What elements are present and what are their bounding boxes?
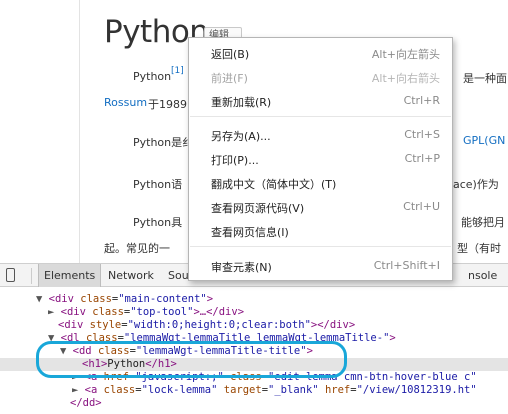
dom-attr-value: "top-tool" (130, 306, 194, 318)
dom-attr-name: class (80, 293, 112, 305)
dom-tag: > (206, 293, 214, 305)
menu-item-label: 查看网页信息(I) (211, 226, 289, 239)
tab-network[interactable]: Network (108, 264, 154, 287)
paragraph-text: 能够把月 (461, 216, 505, 229)
menu-separator (190, 246, 451, 247)
dom-attr-name: class (103, 384, 136, 396)
menu-item-shortcut: Alt+向右箭头 (371, 72, 440, 85)
menu-separator (190, 116, 451, 117)
menu-item-label: 另存为(A)... (211, 130, 271, 143)
dom-attr-value: "main-content" (118, 293, 207, 305)
reference-link[interactable]: [1] (171, 66, 184, 76)
expand-triangle-icon: ▼ (36, 293, 49, 305)
context-menu: 返回(B) Alt+向左箭头 前进(F) Alt+向右箭头 重新加载(R) Ct… (188, 37, 453, 281)
dom-tag: <div (60, 306, 86, 318)
menu-item-label: 审查元素(N) (211, 261, 272, 274)
tab-sources[interactable]: Sou (168, 264, 189, 287)
dom-node-content: ► <div class="top-tool">…</div> (48, 306, 244, 319)
dom-attr-value: "width:0;height:0;clear:both" (127, 319, 311, 331)
menu-item-shortcut: Alt+向左箭头 (371, 48, 440, 61)
menu-item-label: 重新加载(R) (211, 96, 272, 109)
collapse-triangle-icon: ► (72, 384, 85, 396)
sidebar-divider (79, 0, 80, 263)
dom-attr-name: href (324, 384, 351, 396)
dom-node-row[interactable]: </dd> (0, 397, 508, 410)
dom-node-row[interactable]: <div style="width:0;height:0;clear:both"… (0, 319, 508, 332)
dom-node-content: ► <a class="lock-lemma" target="_blank" … (72, 384, 477, 397)
tab-elements[interactable]: Elements (38, 264, 102, 287)
menu-item-label: 返回(B) (211, 48, 250, 61)
dom-attr-value: "/view/10812319.ht" (356, 384, 477, 396)
menu-item-view-source[interactable]: 查看网页源代码(V) Ctrl+U (189, 195, 452, 219)
paragraph-text: 型（有时 (457, 242, 501, 255)
dom-node-content: </dd> (70, 397, 102, 410)
dom-tag: <div (48, 293, 74, 305)
menu-item-shortcut: Ctrl+Shift+I (373, 259, 440, 272)
menu-item-back[interactable]: 返回(B) Alt+向左箭头 (189, 41, 452, 65)
menu-item-label: 前进(F) (211, 72, 248, 85)
menu-item-shortcut: Ctrl+U (403, 200, 440, 213)
device-mode-icon[interactable] (6, 268, 15, 282)
paragraph-text: 于1989 (148, 98, 187, 111)
annotation-highlight (36, 341, 347, 378)
devtools-panel: Elements Network Sou nsole ▼ <div class=… (0, 263, 508, 414)
gpl-link[interactable]: GPL(GN (463, 134, 505, 147)
dom-node-row[interactable]: ► <a class="lock-lemma" target="_blank" … (0, 384, 508, 397)
dom-attr-name: style (89, 319, 122, 331)
menu-item-reload[interactable]: 重新加载(R) Ctrl+R (189, 89, 452, 113)
dom-tag: ></div> (310, 319, 356, 331)
tab-console[interactable]: nsole (468, 264, 497, 287)
dom-node-content: ▼ <div class="main-content"> (36, 293, 213, 306)
menu-item-shortcut: Ctrl+R (403, 94, 440, 107)
menu-item-label: 查看网页源代码(V) (211, 202, 305, 215)
dom-attr-name: class (92, 306, 124, 318)
menu-item-page-info[interactable]: 查看网页信息(I) (189, 219, 452, 243)
dom-attr-name: target (223, 384, 262, 396)
dom-attr-value: "_blank" (268, 384, 319, 396)
menu-item-shortcut: Ctrl+P (404, 152, 440, 165)
menu-item-translate[interactable]: 翻成中文（简体中文）(T) (189, 171, 452, 195)
menu-item-inspect[interactable]: 审查元素(N) Ctrl+Shift+I (189, 254, 452, 278)
menu-item-label: 翻成中文（简体中文）(T) (211, 178, 337, 191)
dom-attr-value: "lock-lemma" (141, 384, 218, 396)
dom-tag: > (389, 332, 396, 344)
dom-node-row[interactable]: ▼ <div class="main-content"> (0, 293, 508, 306)
paragraph-text: 起。常见的一 (104, 242, 170, 255)
paragraph-text: Python是纟 (133, 136, 194, 149)
dom-node-row[interactable]: ► <div class="top-tool">…</div> (0, 306, 508, 319)
dom-tag: <div (58, 319, 84, 331)
dom-tag: </dd> (70, 397, 102, 409)
dom-node-content: <div style="width:0;height:0;clear:both"… (58, 319, 355, 332)
toolbar-divider (31, 268, 32, 284)
menu-item-shortcut: Ctrl+S (404, 128, 440, 141)
paragraph-text: Python语 (133, 178, 183, 191)
menu-item-label: 打印(P)... (211, 154, 259, 167)
rossum-link[interactable]: Rossum (104, 96, 147, 109)
collapse-triangle-icon: ► (48, 306, 61, 318)
menu-item-print[interactable]: 打印(P)... Ctrl+P (189, 147, 452, 171)
paragraph-text: ace)作为 (453, 178, 499, 191)
paragraph-text: Python具 (133, 216, 183, 229)
paragraph-text: Python (133, 70, 172, 83)
paragraph-text: 是一种面 (463, 72, 507, 85)
dom-tag: <a (84, 384, 98, 396)
dom-tag: >…</div> (193, 306, 245, 318)
menu-item-forward[interactable]: 前进(F) Alt+向右箭头 (189, 65, 452, 89)
menu-item-save-as[interactable]: 另存为(A)... Ctrl+S (189, 123, 452, 147)
